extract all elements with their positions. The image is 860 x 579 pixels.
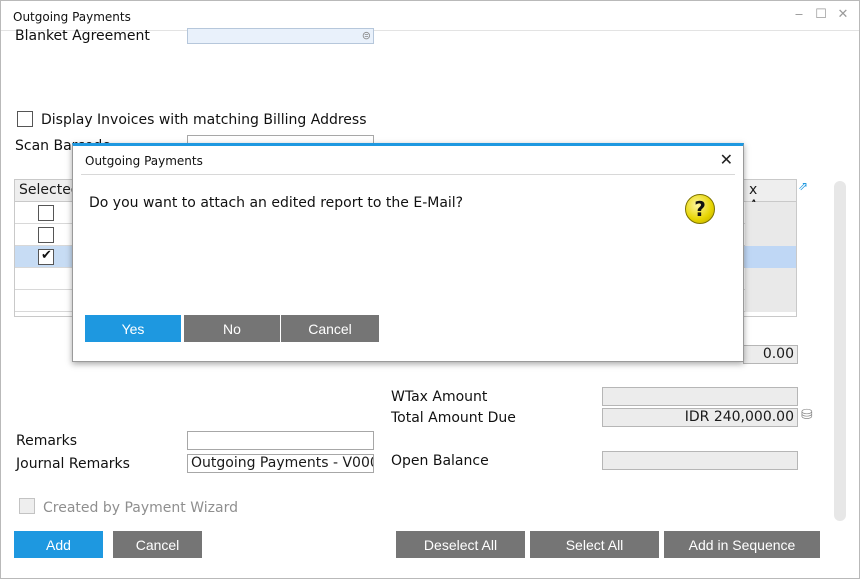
dialog-title: Outgoing Payments [85, 154, 203, 168]
wtax-amount-label: WTax Amount [391, 389, 488, 405]
minimize-icon[interactable]: ‒ [791, 7, 807, 23]
maximize-icon[interactable]: ☐ [813, 7, 829, 23]
expand-icon[interactable]: ⇗ [798, 179, 808, 193]
attach-report-dialog: Outgoing Payments ✕ Do you want to attac… [72, 143, 744, 362]
dialog-yes-button[interactable]: Yes [85, 315, 181, 342]
dialog-no-button[interactable]: No [184, 315, 280, 342]
row-checkbox-checked[interactable]: ✔ [38, 248, 54, 265]
table-cell [745, 224, 796, 246]
blanket-agreement-label: Blanket Agreement [15, 28, 150, 44]
display-invoices-label: Display Invoices with matching Billing A… [41, 112, 367, 128]
add-in-sequence-button[interactable]: Add in Sequence [664, 531, 820, 558]
column-header-selected[interactable]: Selected [19, 182, 80, 198]
deselect-all-button[interactable]: Deselect All [396, 531, 525, 558]
created-by-wizard-checkbox [19, 498, 35, 514]
remarks-field[interactable] [187, 431, 374, 450]
dialog-cancel-button[interactable]: Cancel [281, 315, 379, 342]
browse-icon[interactable]: ⊜ [362, 29, 371, 43]
title-bar: Outgoing Payments ‒ ☐ ✕ [1, 1, 859, 31]
wtax-amount-field[interactable] [602, 387, 798, 406]
table-cell [745, 268, 796, 290]
journal-remarks-label: Journal Remarks [16, 456, 130, 472]
remarks-label: Remarks [16, 433, 78, 449]
open-balance-label: Open Balance [391, 453, 489, 469]
total-amount-due-field: IDR 240,000.00 [602, 408, 798, 427]
add-button[interactable]: Add [14, 531, 103, 558]
select-all-button[interactable]: Select All [530, 531, 659, 558]
cancel-button[interactable]: Cancel [113, 531, 202, 558]
display-invoices-checkbox[interactable] [17, 111, 33, 127]
grid-total-field: 0.00 [743, 345, 798, 364]
journal-remarks-field[interactable]: Outgoing Payments - V00005 [187, 454, 374, 473]
table-cell [745, 290, 796, 312]
row-checkbox[interactable] [38, 205, 54, 221]
total-amount-due-label: Total Amount Due [391, 410, 516, 426]
row-checkbox[interactable] [38, 227, 54, 243]
window-title: Outgoing Payments [13, 10, 131, 24]
dialog-message: Do you want to attach an edited report t… [89, 195, 464, 211]
coins-icon[interactable]: ⛁ [801, 407, 813, 423]
dialog-divider [81, 174, 735, 175]
blanket-agreement-field[interactable]: ⊜ [187, 28, 374, 44]
created-by-wizard-label: Created by Payment Wizard [43, 500, 238, 516]
table-cell [745, 246, 796, 268]
table-cell [745, 202, 796, 224]
dialog-close-icon[interactable]: ✕ [720, 150, 733, 169]
question-icon: ? [685, 194, 715, 224]
close-icon[interactable]: ✕ [835, 7, 851, 23]
vertical-scrollbar[interactable] [834, 181, 846, 521]
open-balance-field[interactable] [602, 451, 798, 470]
